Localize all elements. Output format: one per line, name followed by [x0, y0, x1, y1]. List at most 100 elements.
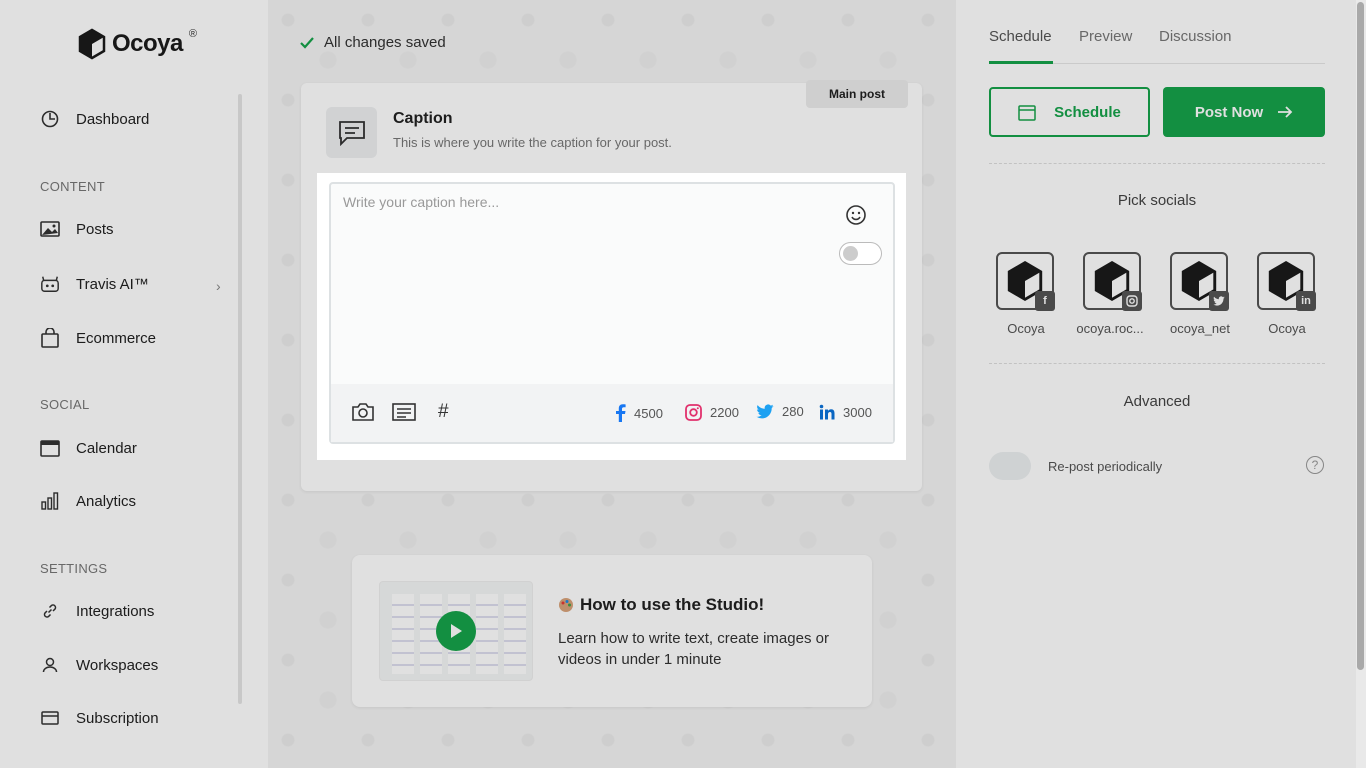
sidebar-scrollbar[interactable] — [238, 94, 242, 704]
sidebar-item-label: Posts — [76, 220, 114, 238]
active-tab-indicator — [989, 61, 1053, 64]
emoji-icon[interactable] — [845, 204, 867, 231]
instagram-counter: 2200 — [685, 404, 739, 421]
video-description: Learn how to write text, create images o… — [558, 630, 829, 668]
section-content: CONTENT — [40, 179, 105, 194]
main-post-tag[interactable]: Main post — [806, 80, 908, 108]
sidebar-item-label: Integrations — [76, 602, 155, 620]
video-title: How to use the Studio! — [558, 595, 764, 615]
avatar: in — [1257, 252, 1316, 311]
divider — [989, 363, 1325, 364]
sidebar-item-label: Travis AI™ — [76, 275, 149, 293]
twitter-count: 280 — [782, 404, 804, 419]
caption-title: Caption — [393, 110, 453, 127]
sidebar-item-label: Ecommerce — [76, 329, 157, 347]
sidebar-item-travis-ai[interactable]: Travis AI™ — [40, 274, 149, 294]
help-icon[interactable]: ? — [1306, 456, 1324, 474]
text-template-icon[interactable] — [392, 402, 416, 427]
social-name: ocoya.roc... — [1076, 321, 1144, 336]
tab-schedule[interactable]: Schedule — [989, 28, 1052, 45]
sidebar-item-label: Workspaces — [76, 656, 159, 674]
caption-toggle[interactable] — [839, 242, 882, 265]
social-name: Ocoya — [1268, 321, 1306, 336]
hashtag-icon[interactable]: # — [438, 401, 449, 423]
logo-registered: ® — [188, 28, 197, 40]
section-settings: SETTINGS — [40, 561, 108, 576]
avatar: f — [996, 252, 1055, 311]
sidebar-item-label: Calendar — [76, 439, 137, 457]
sidebar-item-integrations[interactable]: Integrations — [40, 601, 154, 621]
social-name: Ocoya — [1007, 321, 1045, 336]
divider — [989, 163, 1325, 164]
play-button[interactable] — [436, 611, 476, 651]
tab-discussion[interactable]: Discussion — [1159, 28, 1232, 45]
sidebar-item-subscription[interactable]: Subscription — [40, 708, 159, 728]
save-status-text: All changes saved — [324, 34, 446, 51]
social-name: ocoya_net — [1170, 321, 1230, 336]
instagram-count: 2200 — [710, 405, 739, 420]
robot-icon — [40, 274, 60, 294]
instagram-badge-icon — [1122, 291, 1142, 311]
sidebar-item-ecommerce[interactable]: Ecommerce — [40, 328, 156, 348]
linkedin-count: 3000 — [843, 404, 872, 420]
caption-input[interactable]: Write your caption here... — [343, 194, 499, 210]
advanced-title[interactable]: Advanced — [989, 393, 1325, 410]
schedule-button[interactable]: Schedule — [989, 87, 1150, 137]
sidebar-item-calendar[interactable]: Calendar — [40, 438, 137, 458]
social-account-instagram[interactable] — [1083, 252, 1143, 311]
pick-socials-title: Pick socials — [1117, 192, 1197, 209]
post-now-label: Post Now — [1194, 103, 1264, 121]
sidebar-item-label: Analytics — [76, 492, 137, 510]
user-icon — [40, 655, 60, 675]
facebook-badge-icon: f — [1035, 291, 1055, 311]
link-icon — [40, 601, 60, 621]
social-account-facebook[interactable]: f — [996, 252, 1056, 311]
facebook-count: 4500 — [634, 405, 663, 421]
sidebar-item-posts[interactable]: Posts — [40, 219, 114, 239]
sidebar-item-label: Dashboard — [76, 110, 150, 128]
linkedin-icon — [819, 404, 835, 420]
page-scrollbar-thumb[interactable] — [1357, 2, 1364, 670]
check-icon — [300, 36, 314, 49]
social-account-twitter[interactable] — [1170, 252, 1230, 311]
arrow-right-icon — [1278, 106, 1293, 118]
facebook-icon — [616, 404, 626, 422]
camera-icon[interactable] — [351, 402, 375, 427]
repost-label: Re-post periodically — [1048, 459, 1163, 474]
bar-chart-icon — [40, 491, 60, 511]
avatar — [1083, 252, 1142, 311]
sidebar-item-dashboard[interactable]: Dashboard — [40, 109, 149, 129]
sidebar: Ocoya ® Dashboard CONTENT Posts Travis A… — [0, 0, 268, 768]
save-status: All changes saved — [300, 34, 446, 51]
section-social: SOCIAL — [40, 397, 90, 412]
card-icon — [40, 708, 60, 728]
facebook-counter: 4500 — [614, 404, 663, 422]
linkedin-counter: 3000 — [819, 404, 872, 420]
dashboard-icon — [40, 109, 60, 129]
chevron-right-icon[interactable]: › — [216, 278, 221, 294]
caption-subtitle: This is where you write the caption for … — [393, 135, 672, 150]
calendar-icon — [1018, 104, 1036, 121]
instagram-icon — [685, 404, 702, 421]
play-icon — [451, 624, 462, 638]
sidebar-item-label: Subscription — [76, 709, 159, 727]
logo-text: Ocoya — [112, 30, 183, 57]
social-account-linkedin[interactable]: in — [1257, 252, 1317, 311]
video-title-text: How to use the Studio! — [580, 595, 765, 614]
sidebar-item-analytics[interactable]: Analytics — [40, 491, 136, 511]
chat-icon — [338, 120, 365, 146]
logo[interactable]: Ocoya ® — [78, 28, 197, 60]
sidebar-item-workspaces[interactable]: Workspaces — [40, 655, 158, 675]
schedule-label: Schedule — [1054, 103, 1121, 121]
caption-icon-box — [326, 107, 377, 158]
post-now-button[interactable]: Post Now — [1163, 87, 1325, 137]
repost-toggle[interactable] — [989, 452, 1031, 480]
palette-icon — [559, 598, 573, 612]
tab-preview[interactable]: Preview — [1079, 28, 1132, 45]
linkedin-badge-icon: in — [1296, 291, 1316, 311]
twitter-icon — [756, 404, 774, 419]
image-icon — [40, 219, 60, 239]
ocoya-logo-icon — [78, 28, 106, 60]
twitter-badge-icon — [1209, 291, 1229, 311]
avatar — [1170, 252, 1229, 311]
